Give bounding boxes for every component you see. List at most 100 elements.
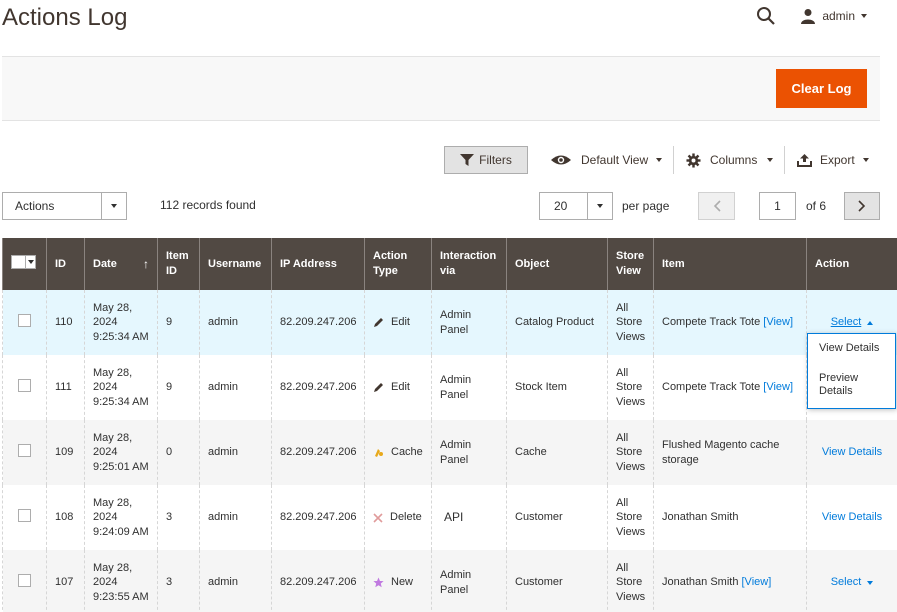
table-row[interactable]: 108 May 28, 2024 9:24:09 AM 3 admin 82.2… bbox=[2, 485, 897, 550]
dropdown-item-view-details[interactable]: View Details bbox=[819, 342, 879, 355]
actions-log-grid: ID Date ↑ Item ID Username IP Address Act… bbox=[2, 238, 897, 612]
column-header-object[interactable]: Object bbox=[506, 238, 608, 290]
view-details-link[interactable]: View Details bbox=[822, 511, 882, 523]
next-page-button[interactable] bbox=[844, 192, 880, 220]
table-row[interactable]: 110 May 28, 2024 9:25:34 AM 9 admin 82.2… bbox=[2, 290, 897, 355]
default-view-switcher[interactable]: Default View bbox=[550, 146, 663, 174]
cell-id: 107 bbox=[46, 550, 85, 612]
chevron-down-icon bbox=[767, 158, 774, 162]
view-details-link[interactable]: View Details bbox=[822, 446, 882, 458]
header-actions: admin bbox=[756, 6, 867, 26]
mass-actions-select[interactable]: Actions bbox=[2, 192, 127, 220]
table-row[interactable]: 107 May 28, 2024 9:23:55 AM 3 admin 82.2… bbox=[2, 550, 897, 612]
cell-interaction-via: Admin Panel bbox=[431, 290, 507, 355]
item-view-link[interactable]: [View] bbox=[763, 316, 793, 328]
cell-ip: 82.209.247.206 bbox=[271, 550, 365, 612]
column-header-username[interactable]: Username bbox=[199, 238, 272, 290]
per-page-select[interactable]: 20 bbox=[539, 192, 613, 220]
row-checkbox[interactable] bbox=[18, 378, 31, 392]
column-header-item-id[interactable]: Item ID bbox=[157, 238, 200, 290]
filters-button[interactable]: Filters bbox=[444, 146, 528, 174]
pencil-icon bbox=[374, 318, 383, 327]
row-action-dropdown: View Details Preview Details bbox=[807, 333, 896, 409]
cell-date: May 28, 2024 9:25:34 AM bbox=[84, 290, 158, 355]
mass-select-checkbox[interactable] bbox=[11, 255, 36, 269]
cell-store-view: All Store Views bbox=[607, 550, 654, 612]
admin-user-menu[interactable]: admin bbox=[800, 8, 867, 24]
cell-id: 110 bbox=[46, 290, 85, 355]
row-checkbox[interactable] bbox=[18, 508, 31, 522]
gear-icon bbox=[686, 152, 701, 168]
item-view-link[interactable]: [View] bbox=[763, 381, 793, 393]
column-header-date[interactable]: Date ↑ bbox=[84, 238, 158, 290]
search-icon[interactable] bbox=[756, 6, 776, 26]
cell-interaction-via: Admin Panel bbox=[431, 355, 507, 420]
chevron-down-icon bbox=[656, 158, 663, 162]
cell-action-type: Edit bbox=[364, 290, 432, 355]
page-title: Actions Log bbox=[2, 4, 128, 31]
dropdown-item-preview-details[interactable]: Preview Details bbox=[819, 372, 879, 398]
grid-pager-toolbar: Actions 112 records found 20 per page of… bbox=[0, 192, 897, 220]
cell-action-type: Edit bbox=[364, 355, 432, 420]
row-select-cell bbox=[2, 485, 47, 550]
cell-action-type: Delete bbox=[364, 485, 432, 550]
action-type-label: New bbox=[391, 576, 414, 589]
column-header-item[interactable]: Item bbox=[653, 238, 807, 290]
cell-store-view: All Store Views bbox=[607, 485, 654, 550]
default-view-label: Default View bbox=[581, 153, 649, 167]
item-name: Compete Track Tote bbox=[662, 381, 761, 394]
columns-control[interactable]: Columns bbox=[686, 146, 774, 174]
row-action-select[interactable]: Select bbox=[831, 315, 874, 330]
row-action-select[interactable]: Select bbox=[831, 575, 874, 590]
chevron-down-icon bbox=[867, 580, 874, 585]
previous-page-button[interactable] bbox=[698, 192, 735, 220]
mass-actions-label: Actions bbox=[15, 199, 55, 213]
cell-object: Cache bbox=[506, 420, 608, 485]
chevron-down-icon bbox=[111, 204, 117, 208]
action-type-label: Delete bbox=[390, 511, 422, 524]
cell-id: 108 bbox=[46, 485, 85, 550]
action-type-label: Cache bbox=[391, 446, 423, 459]
row-checkbox[interactable] bbox=[18, 313, 31, 327]
item-view-link[interactable]: [View] bbox=[742, 576, 772, 588]
toolbar-divider bbox=[784, 146, 785, 174]
columns-label: Columns bbox=[710, 153, 758, 167]
column-header-store-view[interactable]: Store View bbox=[607, 238, 654, 290]
star-icon bbox=[373, 577, 384, 588]
row-select-cell bbox=[2, 355, 47, 420]
column-header-interaction-via[interactable]: Interaction via bbox=[431, 238, 507, 290]
clear-log-button[interactable]: Clear Log bbox=[776, 69, 867, 108]
export-label: Export bbox=[820, 153, 855, 167]
cell-id: 109 bbox=[46, 420, 85, 485]
row-checkbox[interactable] bbox=[18, 443, 31, 457]
eye-icon bbox=[551, 155, 571, 165]
cell-object: Stock Item bbox=[506, 355, 608, 420]
current-page-input[interactable] bbox=[759, 192, 796, 220]
cache-icon bbox=[375, 449, 383, 457]
chevron-right-icon bbox=[858, 200, 866, 212]
cell-username: admin bbox=[199, 290, 272, 355]
export-icon bbox=[797, 153, 812, 167]
column-header-id[interactable]: ID bbox=[46, 238, 85, 290]
filter-icon bbox=[460, 154, 475, 166]
row-checkbox[interactable] bbox=[18, 573, 31, 587]
mass-select-header[interactable] bbox=[2, 238, 47, 290]
admin-username: admin bbox=[822, 9, 855, 23]
table-row[interactable]: 111 May 28, 2024 9:25:34 AM 9 admin 82.2… bbox=[2, 355, 897, 420]
column-header-ip-address[interactable]: IP Address bbox=[271, 238, 365, 290]
table-row[interactable]: 109 May 28, 2024 9:25:01 AM 0 admin 82.2… bbox=[2, 420, 897, 485]
export-control[interactable]: Export bbox=[797, 146, 869, 174]
page-actions-bar: Clear Log bbox=[2, 56, 880, 121]
chevron-down-icon bbox=[597, 204, 603, 208]
item-name: Jonathan Smith bbox=[662, 576, 739, 589]
cell-id: 111 bbox=[46, 355, 85, 420]
column-header-action-type[interactable]: Action Type bbox=[364, 238, 432, 290]
cell-item: Flushed Magento cache storage bbox=[653, 420, 807, 485]
per-page-value: 20 bbox=[554, 199, 568, 213]
item-name: Flushed Magento cache storage bbox=[662, 439, 780, 466]
cell-item: Compete Track Tote [View] bbox=[653, 290, 807, 355]
interaction-via-label: API bbox=[444, 510, 464, 525]
cell-ip: 82.209.247.206 bbox=[271, 420, 365, 485]
cell-ip: 82.209.247.206 bbox=[271, 290, 365, 355]
cell-interaction-via: Admin Panel bbox=[431, 550, 507, 612]
